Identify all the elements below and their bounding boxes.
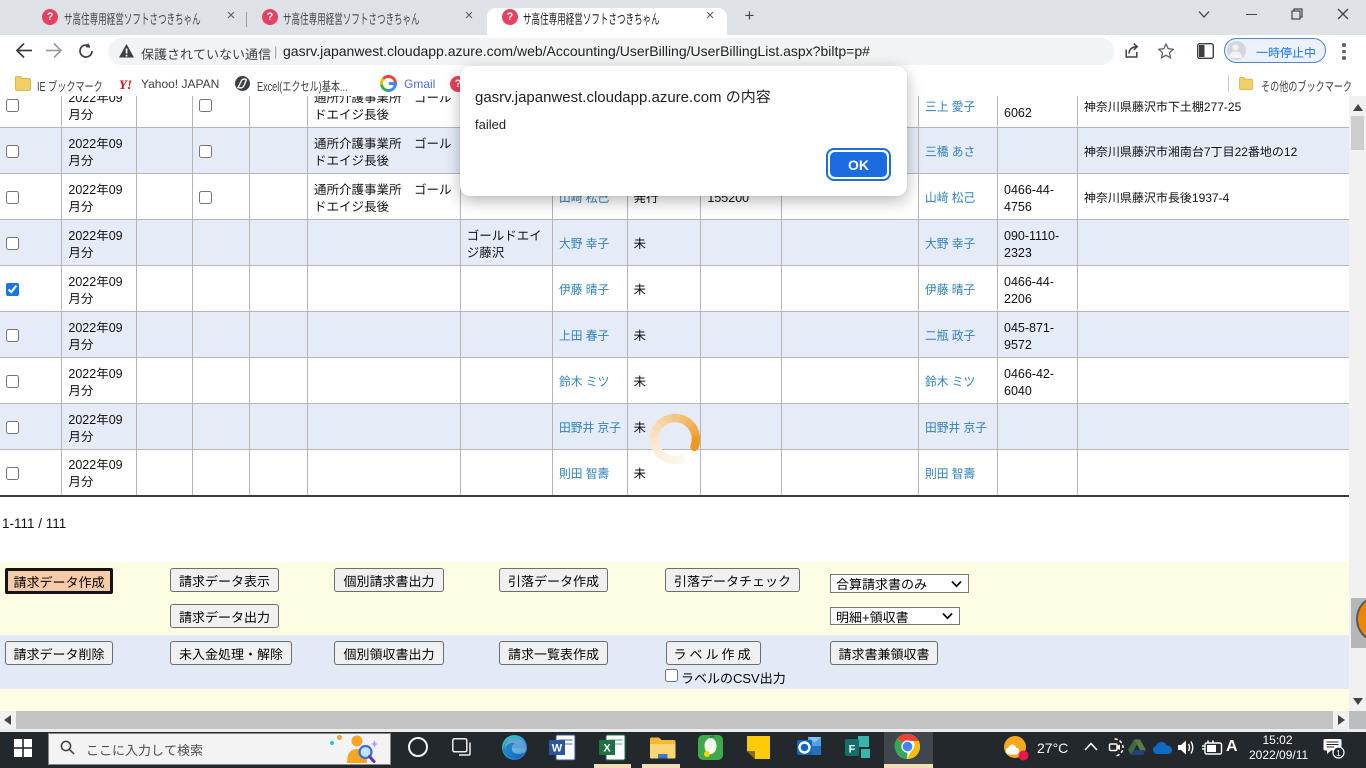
- svg-text:W: W: [552, 743, 563, 755]
- svg-text:1: 1: [1336, 748, 1341, 758]
- svg-text:F: F: [849, 744, 856, 756]
- svg-text:X: X: [603, 743, 611, 755]
